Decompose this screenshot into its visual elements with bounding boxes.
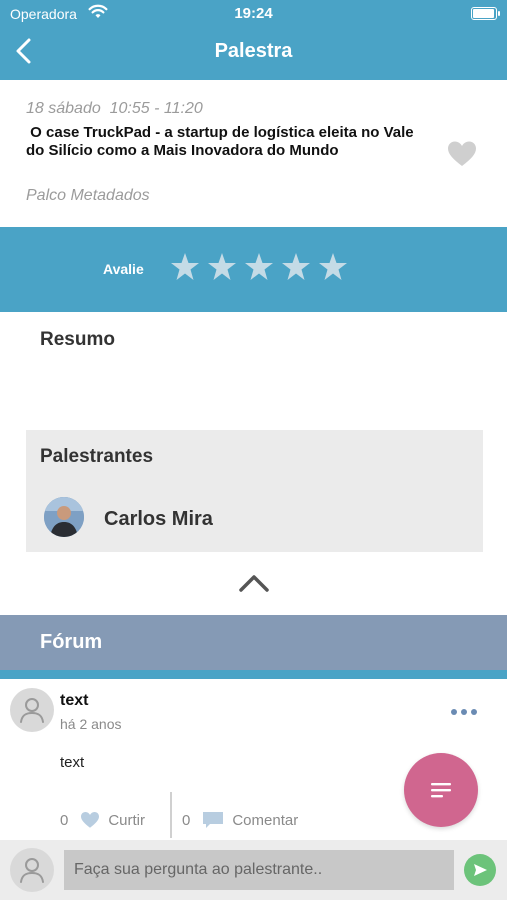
battery-icon	[471, 7, 500, 20]
star-icon-4[interactable]	[281, 252, 311, 282]
clock: 19:24	[234, 5, 273, 22]
forum-divider	[0, 670, 507, 679]
action-divider	[170, 792, 172, 838]
user-avatar-icon	[10, 688, 54, 732]
filter-fab-button[interactable]	[404, 753, 478, 827]
summary-heading: Resumo	[40, 329, 115, 350]
post-body: text	[60, 754, 85, 771]
like-button[interactable]: 0 Curtir	[60, 811, 145, 829]
forum-heading: Fórum	[40, 631, 103, 653]
send-icon	[474, 864, 487, 876]
talk-title: O case TruckPad - a startup de logística…	[26, 124, 418, 159]
talk-datetime: 18 sábado 10:55 - 11:20	[26, 100, 203, 117]
post-author: text	[60, 692, 89, 709]
star-icon-2[interactable]	[207, 252, 237, 282]
post-timestamp: há 2 anos	[60, 716, 122, 732]
speaker-avatar[interactable]	[44, 497, 84, 537]
rating-label: Avalie	[103, 261, 144, 277]
question-input[interactable]	[64, 850, 454, 890]
speakers-card: Palestrantes Carlos Mira	[26, 430, 483, 552]
list-icon	[431, 783, 451, 798]
comment-count: 0	[182, 811, 191, 829]
comment-label: Comentar	[232, 811, 299, 829]
status-bar: Operadora 19:24	[0, 0, 507, 28]
chevron-up-icon[interactable]	[238, 572, 270, 594]
current-user-avatar-icon	[10, 848, 54, 892]
talk-location: Palco Metadados	[26, 187, 150, 204]
heart-icon	[81, 811, 100, 828]
comment-icon	[203, 812, 224, 828]
star-icon-5[interactable]	[318, 252, 348, 282]
comment-button[interactable]: 0 Comentar	[182, 811, 298, 829]
star-icon-3[interactable]	[244, 252, 274, 282]
top-bar: Operadora 19:24 Palestra	[0, 0, 507, 80]
speaker-name[interactable]: Carlos Mira	[104, 508, 213, 531]
star-icon-1[interactable]	[170, 252, 200, 282]
more-options-icon[interactable]	[451, 709, 477, 715]
talk-info: 18 sábado 10:55 - 11:20 O case TruckPad …	[0, 80, 507, 227]
like-count: 0	[60, 811, 69, 829]
question-composer	[0, 840, 507, 900]
speakers-heading: Palestrantes	[40, 446, 154, 467]
favorite-heart-icon[interactable]	[447, 140, 477, 168]
send-button[interactable]	[464, 854, 496, 886]
rating-bar: Avalie	[0, 227, 507, 312]
rating-stars	[170, 252, 348, 282]
forum-header: Fórum	[0, 615, 507, 670]
like-label: Curtir	[108, 811, 146, 829]
page-title: Palestra	[214, 40, 293, 62]
